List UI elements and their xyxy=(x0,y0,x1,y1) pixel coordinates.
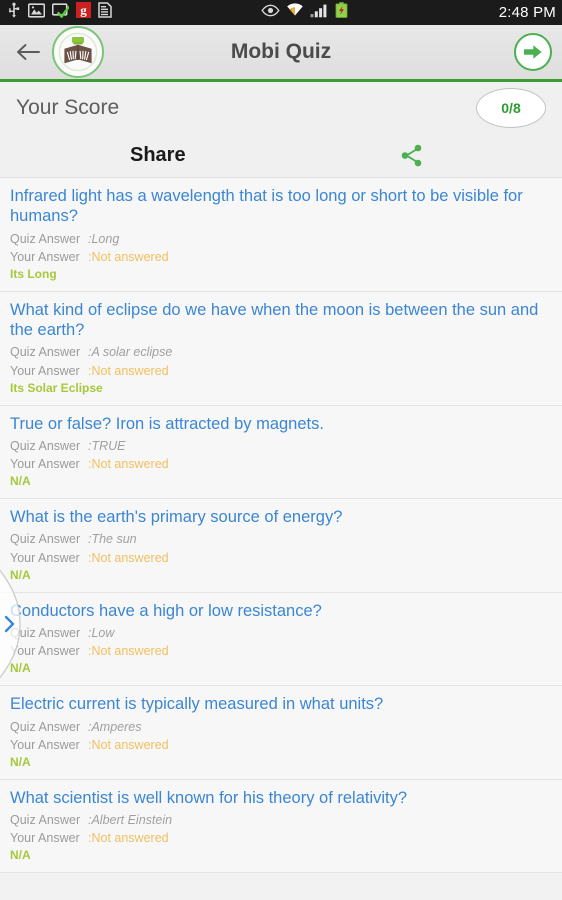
quiz-answer-label: Quiz Answer xyxy=(10,231,81,246)
question-text: What scientist is well known for his the… xyxy=(10,788,408,807)
score-badge: 0/8 xyxy=(476,88,546,128)
quiz-answer-row: Quiz Answer :TRUE xyxy=(10,437,548,455)
status-bar-left-icons: g xyxy=(7,2,112,23)
your-answer-value: :Not answered xyxy=(88,457,169,472)
your-answer-label: Your Answer xyxy=(10,363,80,378)
battery-icon xyxy=(335,2,348,23)
quiz-answer-label: Quiz Answer xyxy=(10,813,81,828)
sim-card-icon xyxy=(98,2,112,23)
your-answer-row: Your Answer :Not answered xyxy=(10,362,548,380)
quiz-answer-label: Quiz Answer xyxy=(10,438,81,453)
question-text: What is the earth's primary source of en… xyxy=(10,508,343,527)
result-text: N/A xyxy=(10,474,31,489)
svg-text:g: g xyxy=(80,3,87,18)
score-row: Your Score 0/8 xyxy=(0,82,562,134)
android-status-bar: g 2:48 PM xyxy=(0,0,562,25)
your-answer-label: Your Answer xyxy=(10,249,80,264)
share-label: Share xyxy=(130,144,186,166)
usb-icon xyxy=(7,2,21,23)
quiz-result-row-5[interactable]: Conductors have a high or low resistance… xyxy=(0,592,562,687)
quiz-answer-value: :Amperes xyxy=(88,719,142,734)
result-text: N/A xyxy=(10,661,31,676)
question-text: Conductors have a high or low resistance… xyxy=(10,601,322,620)
your-answer-row: Your Answer :Not answered xyxy=(10,736,548,754)
your-answer-label: Your Answer xyxy=(10,831,80,846)
quiz-answer-value: :The sun xyxy=(88,532,137,547)
quiz-answer-value: :Low xyxy=(88,625,115,640)
quiz-answer-row: Quiz Answer :The sun xyxy=(10,530,548,548)
your-answer-row: Your Answer :Not answered xyxy=(10,549,548,567)
your-answer-row: Your Answer :Not answered xyxy=(10,642,548,660)
your-answer-row: Your Answer :Not answered xyxy=(10,455,548,473)
quiz-answer-label: Quiz Answer xyxy=(10,625,81,640)
eye-smart-stay-icon xyxy=(261,4,280,22)
quiz-answer-row: Quiz Answer :Low xyxy=(10,624,548,642)
share-icon[interactable] xyxy=(398,142,426,174)
forward-arrow-icon[interactable] xyxy=(514,33,552,71)
quiz-result-row-6[interactable]: Electric current is typically measured i… xyxy=(0,686,562,780)
back-arrow-icon[interactable] xyxy=(6,42,50,62)
result-text: Its Solar Eclipse xyxy=(10,380,103,395)
gallery-image-icon xyxy=(27,2,46,23)
question-text: What kind of eclipse do we have when the… xyxy=(10,300,539,340)
quiz-answer-row: Quiz Answer :Long xyxy=(10,230,548,248)
result-text: Its Long xyxy=(10,266,57,281)
quiz-answer-label: Quiz Answer xyxy=(10,719,81,734)
your-answer-row: Your Answer :Not answered xyxy=(10,829,548,847)
wifi-icon xyxy=(286,2,304,23)
quiz-results-list: Infrared light has a wavelength that is … xyxy=(0,177,562,874)
screen-check-icon xyxy=(51,2,71,23)
quiz-answer-row: Quiz Answer :Amperes xyxy=(10,718,548,736)
quiz-answer-value: :Albert Einstein xyxy=(88,813,173,828)
quiz-result-row-2[interactable]: What kind of eclipse do we have when the… xyxy=(0,291,562,406)
result-text: N/A xyxy=(10,848,31,863)
question-text: True or false? Iron is attracted by magn… xyxy=(10,414,324,433)
quiz-answer-value: :A solar eclipse xyxy=(88,345,173,360)
quiz-answer-value: :TRUE xyxy=(88,438,126,453)
your-answer-label: Your Answer xyxy=(10,457,80,472)
quiz-result-row-3[interactable]: True or false? Iron is attracted by magn… xyxy=(0,405,562,500)
app-action-bar: Mobi Quiz xyxy=(0,25,562,82)
score-label: Your Score xyxy=(16,96,120,119)
quiz-result-row-7[interactable]: What scientist is well known for his the… xyxy=(0,779,562,874)
cellular-signal-icon xyxy=(310,3,329,23)
share-row: Share xyxy=(0,134,562,177)
result-text: N/A xyxy=(10,567,31,582)
status-bar-right-icons xyxy=(261,2,348,23)
quiz-result-row-1[interactable]: Infrared light has a wavelength that is … xyxy=(0,178,562,292)
quiz-answer-label: Quiz Answer xyxy=(10,532,81,547)
your-answer-value: :Not answered xyxy=(88,831,169,846)
your-answer-value: :Not answered xyxy=(88,550,169,565)
quiz-result-row-4[interactable]: What is the earth's primary source of en… xyxy=(0,499,562,593)
g-app-badge-icon: g xyxy=(76,2,91,23)
question-text: Infrared light has a wavelength that is … xyxy=(10,187,523,226)
your-answer-label: Your Answer xyxy=(10,644,80,659)
your-answer-value: :Not answered xyxy=(88,644,169,659)
quiz-answer-label: Quiz Answer xyxy=(10,345,81,360)
quiz-answer-value: :Long xyxy=(88,231,120,246)
quiz-answer-row: Quiz Answer :Albert Einstein xyxy=(10,811,548,829)
your-answer-row: Your Answer :Not answered xyxy=(10,248,548,266)
quiz-answer-row: Quiz Answer :A solar eclipse xyxy=(10,343,548,361)
status-bar-clock: 2:48 PM xyxy=(498,4,556,21)
your-answer-value: :Not answered xyxy=(88,249,169,264)
open-book-logo-icon[interactable] xyxy=(52,26,104,78)
your-answer-value: :Not answered xyxy=(88,737,169,752)
result-text: N/A xyxy=(10,754,31,769)
your-answer-label: Your Answer xyxy=(10,550,80,565)
your-answer-value: :Not answered xyxy=(88,363,169,378)
question-text: Electric current is typically measured i… xyxy=(10,695,384,714)
your-answer-label: Your Answer xyxy=(10,737,80,752)
